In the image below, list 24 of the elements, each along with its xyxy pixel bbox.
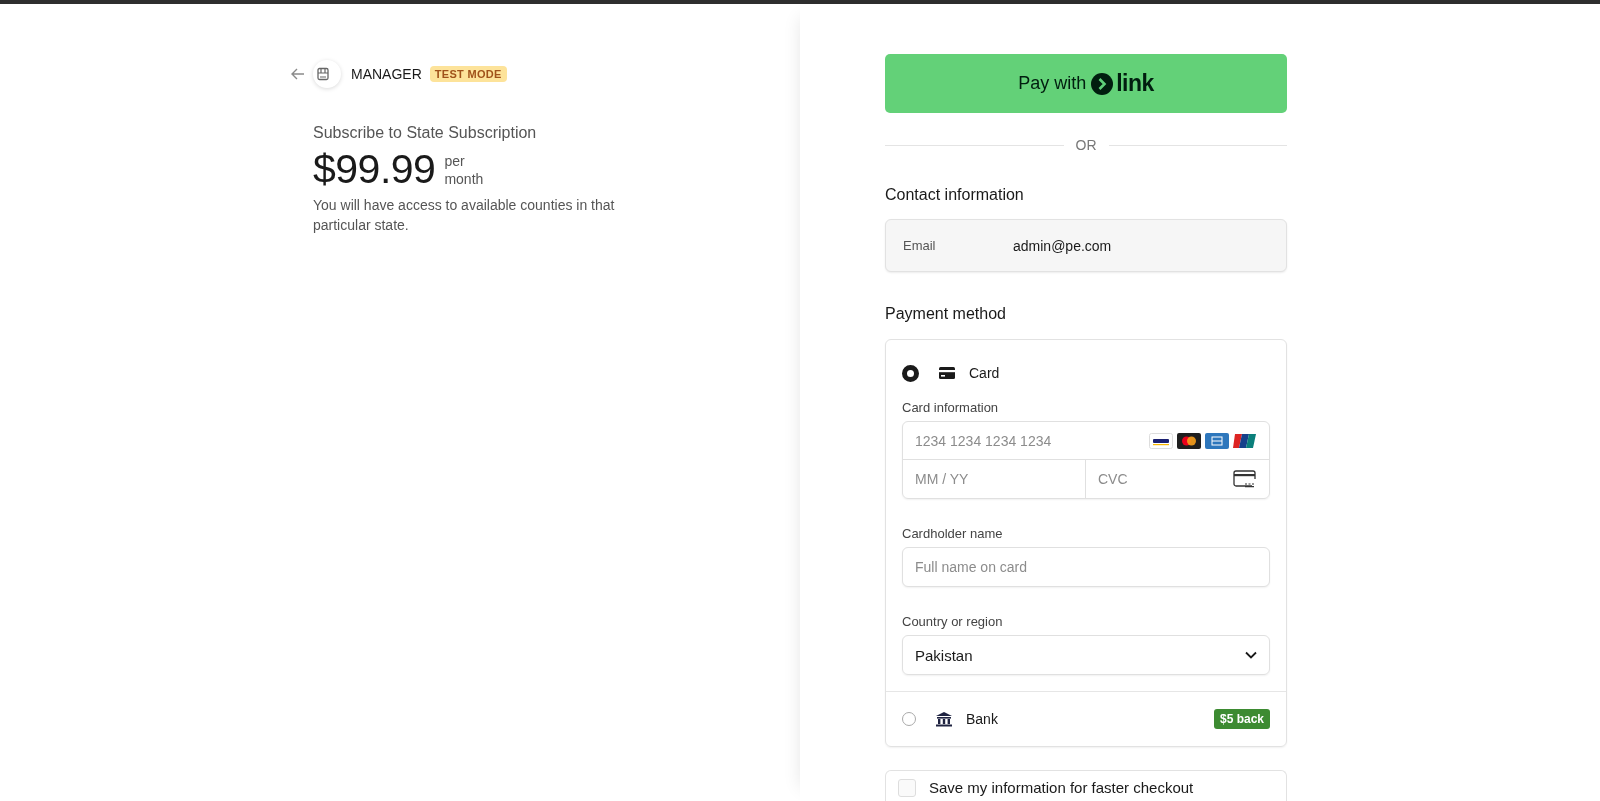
- field-label: Cardholder name: [902, 526, 1004, 541]
- card-number-field[interactable]: 1234 1234 1234 1234: [903, 422, 1269, 460]
- payment-method-label: Bank: [966, 711, 998, 727]
- field-label: Card information: [902, 400, 1000, 415]
- product-title: Subscribe to State Subscription: [313, 124, 538, 142]
- price: $99.99: [313, 146, 436, 193]
- interval-text: per: [444, 151, 466, 170]
- cardholder-name-field[interactable]: Full name on card: [902, 547, 1270, 587]
- email-value: admin@pe.com: [1013, 237, 1112, 254]
- email-field[interactable]: Email admin@pe.com: [885, 219, 1287, 272]
- field-label: Country or region: [902, 614, 1004, 629]
- interval-text: month: [444, 169, 484, 188]
- product-description: You will have access to available counties in that particular state.: [313, 196, 616, 235]
- section-heading: Contact information: [885, 186, 1025, 204]
- pay-with-link-button[interactable]: Pay with link: [885, 54, 1287, 113]
- country-select[interactable]: Pakistan: [902, 635, 1270, 675]
- test-mode-badge: TEST MODE: [429, 66, 507, 82]
- section-heading: Payment method: [885, 305, 1007, 323]
- checkbox-label: Save my information for faster checkout: [929, 779, 1194, 796]
- payment-method-label: Card: [969, 365, 1000, 381]
- merchant-name: MANAGER: [351, 66, 422, 82]
- email-label: Email: [903, 238, 937, 253]
- cashback-badge: $5 back: [1213, 709, 1270, 729]
- or-separator: OR: [1075, 137, 1097, 153]
